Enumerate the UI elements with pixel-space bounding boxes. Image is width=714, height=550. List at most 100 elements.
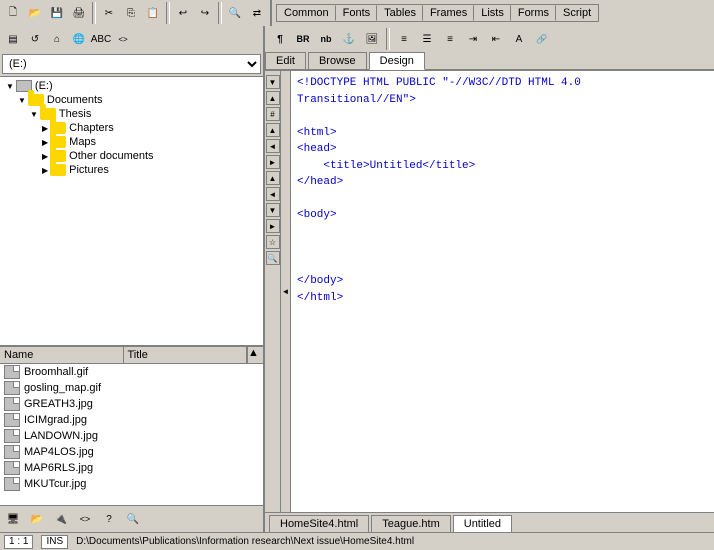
tab-fonts[interactable]: Fonts <box>336 5 378 21</box>
anchor-button[interactable]: ⚓ <box>338 28 360 50</box>
image-button[interactable]: 🖼 <box>361 28 383 50</box>
file-name: MKUTcur.jpg <box>24 478 86 490</box>
nb-button[interactable]: nb <box>315 28 337 50</box>
save-icon: 💾 <box>51 8 63 19</box>
list-item[interactable]: MKUTcur.jpg <box>0 476 263 492</box>
file-list-scrollable: Broomhall.gif gosling_map.gif GREATH3.jp… <box>0 364 263 505</box>
home-button[interactable]: ⌂ <box>46 28 68 50</box>
find-button[interactable]: 🔍 <box>224 2 246 24</box>
arrow-btn-6[interactable]: ► <box>266 155 280 169</box>
list-item[interactable]: MAP4LOS.jpg <box>0 444 263 460</box>
outdent-button[interactable]: ⇤ <box>485 28 507 50</box>
indent-button[interactable]: ⇥ <box>462 28 484 50</box>
monitor-button[interactable]: 🖥 <box>2 508 24 530</box>
drive-dropdown[interactable]: (E:) <box>2 54 261 74</box>
align-right-button[interactable]: ≡ <box>439 28 461 50</box>
collapse-arrow-thesis: ▼ <box>30 110 38 119</box>
align-left-button[interactable]: ≡ <box>393 28 415 50</box>
copy-button[interactable]: ⎘ <box>120 2 142 24</box>
tree-item-chapters[interactable]: ▶ Chapters <box>2 121 261 135</box>
tab-browse[interactable]: Browse <box>308 52 367 69</box>
arrow-btn-11[interactable]: ☆ <box>266 235 280 249</box>
link-button[interactable]: 🔗 <box>531 28 553 50</box>
list-item[interactable]: Broomhall.gif <box>0 364 263 380</box>
tree-label-maps: Maps <box>69 136 96 148</box>
list-item[interactable]: MAP6RLS.jpg <box>0 460 263 476</box>
left-panel: (E:) ▼ (E:) ▼ Documents ▼ Thesis <box>0 52 265 532</box>
arrow-btn-7[interactable]: ▲ <box>266 171 280 185</box>
tree-item-maps[interactable]: ▶ Maps <box>2 135 261 149</box>
br-button[interactable]: BR <box>292 28 314 50</box>
bottom-toolbar: 🖥 📂 🔌 <> ? 🔍 <box>0 505 263 532</box>
spell-icon: ABC <box>91 34 112 45</box>
tab-forms[interactable]: Forms <box>511 5 556 21</box>
file-thumb-icon <box>4 445 20 459</box>
cut-button[interactable]: ✂ <box>98 2 120 24</box>
sidebar-toggle-button[interactable]: ▤ <box>2 28 24 50</box>
tag-icon: <> <box>118 35 127 44</box>
bottom-tab-untitled[interactable]: Untitled <box>453 515 512 532</box>
arrow-btn-3[interactable]: # <box>266 107 280 121</box>
tree-label-drive: (E:) <box>35 80 53 92</box>
toolbar-left-row1: 🗋 📂 💾 🖨 ✂ ⎘ 📋 ↩ <box>0 0 272 26</box>
refresh-button[interactable]: ↺ <box>24 28 46 50</box>
arrow-btn-10[interactable]: ► <box>266 219 280 233</box>
list-item[interactable]: ICIMgrad.jpg <box>0 412 263 428</box>
redo-icon: ↪ <box>201 8 209 19</box>
connection-button[interactable]: 🔌 <box>50 508 72 530</box>
print-button[interactable]: 🖨 <box>68 2 90 24</box>
spell-button[interactable]: ABC <box>90 28 112 50</box>
tab-design[interactable]: Design <box>369 52 425 70</box>
arrow-btn-5[interactable]: ◄ <box>266 139 280 153</box>
bottom-tab-teague[interactable]: Teague.htm <box>371 515 450 532</box>
code-editor[interactable]: <!DOCTYPE HTML PUBLIC "-//W3C//DTD HTML … <box>291 71 714 512</box>
paste-icon: 📋 <box>147 8 159 19</box>
tree-item-other-documents[interactable]: ▶ Other documents <box>2 149 261 163</box>
browser-button[interactable]: 🌐 <box>68 28 90 50</box>
tab-frames[interactable]: Frames <box>423 5 474 21</box>
arrow-btn-1[interactable]: ▼ <box>266 75 280 89</box>
collapse-arrow-pictures: ▶ <box>42 166 48 175</box>
tab-script[interactable]: Script <box>556 5 598 21</box>
code-line-5: <head> <box>297 141 708 158</box>
list-item[interactable]: GREATH3.jpg <box>0 396 263 412</box>
help-button[interactable]: ? <box>98 508 120 530</box>
tree-item-drive[interactable]: ▼ (E:) <box>2 79 261 93</box>
pilcrow-button[interactable]: ¶ <box>269 28 291 50</box>
toolbar-left-row2: ▤ ↺ ⌂ 🌐 ABC <> <box>0 26 265 52</box>
list-item[interactable]: gosling_map.gif <box>0 380 263 396</box>
align-center-button[interactable]: ☰ <box>416 28 438 50</box>
tab-common[interactable]: Common <box>277 5 336 21</box>
sort-arrow-button[interactable]: ▲ <box>247 347 263 363</box>
arrow-btn-9[interactable]: ▼ <box>266 203 280 217</box>
arrow-btn-8[interactable]: ◄ <box>266 187 280 201</box>
toolbar-right-row2: ¶ BR nb ⚓ 🖼 ≡ ☰ ≡ ⇥ ⇤ A 🔗 <box>265 26 714 52</box>
code-line-13: </body> <box>297 273 708 290</box>
save-button[interactable]: 💾 <box>46 2 68 24</box>
folder-open-button[interactable]: 📂 <box>26 508 48 530</box>
tag2-button[interactable]: <> <box>74 508 96 530</box>
arrow-btn-2[interactable]: ▲ <box>266 91 280 105</box>
file-tree: ▼ (E:) ▼ Documents ▼ Thesis ▶ Chapters <box>0 77 263 345</box>
open-button[interactable]: 📂 <box>24 2 46 24</box>
tab-lists[interactable]: Lists <box>474 5 511 21</box>
tag-button[interactable]: <> <box>112 28 134 50</box>
collapse-handle[interactable]: ◄ <box>281 71 291 512</box>
refresh-icon: ↺ <box>31 34 39 45</box>
color-button[interactable]: A <box>508 28 530 50</box>
replace-button[interactable]: ⇄ <box>246 2 268 24</box>
tab-tables[interactable]: Tables <box>377 5 423 21</box>
tab-edit[interactable]: Edit <box>265 52 306 69</box>
list-item[interactable]: LANDOWN.jpg <box>0 428 263 444</box>
arrow-btn-4[interactable]: ▲ <box>266 123 280 137</box>
redo-button[interactable]: ↪ <box>194 2 216 24</box>
bottom-tab-homesite[interactable]: HomeSite4.html <box>269 515 369 532</box>
tree-item-thesis[interactable]: ▼ Thesis <box>2 107 261 121</box>
paste-button[interactable]: 📋 <box>142 2 164 24</box>
tree-item-pictures[interactable]: ▶ Pictures <box>2 163 261 177</box>
search-button[interactable]: 🔍 <box>122 508 144 530</box>
undo-button[interactable]: ↩ <box>172 2 194 24</box>
new-button[interactable]: 🗋 <box>2 2 24 24</box>
find-icon: 🔍 <box>229 8 241 19</box>
arrow-btn-12[interactable]: 🔍 <box>266 251 280 265</box>
